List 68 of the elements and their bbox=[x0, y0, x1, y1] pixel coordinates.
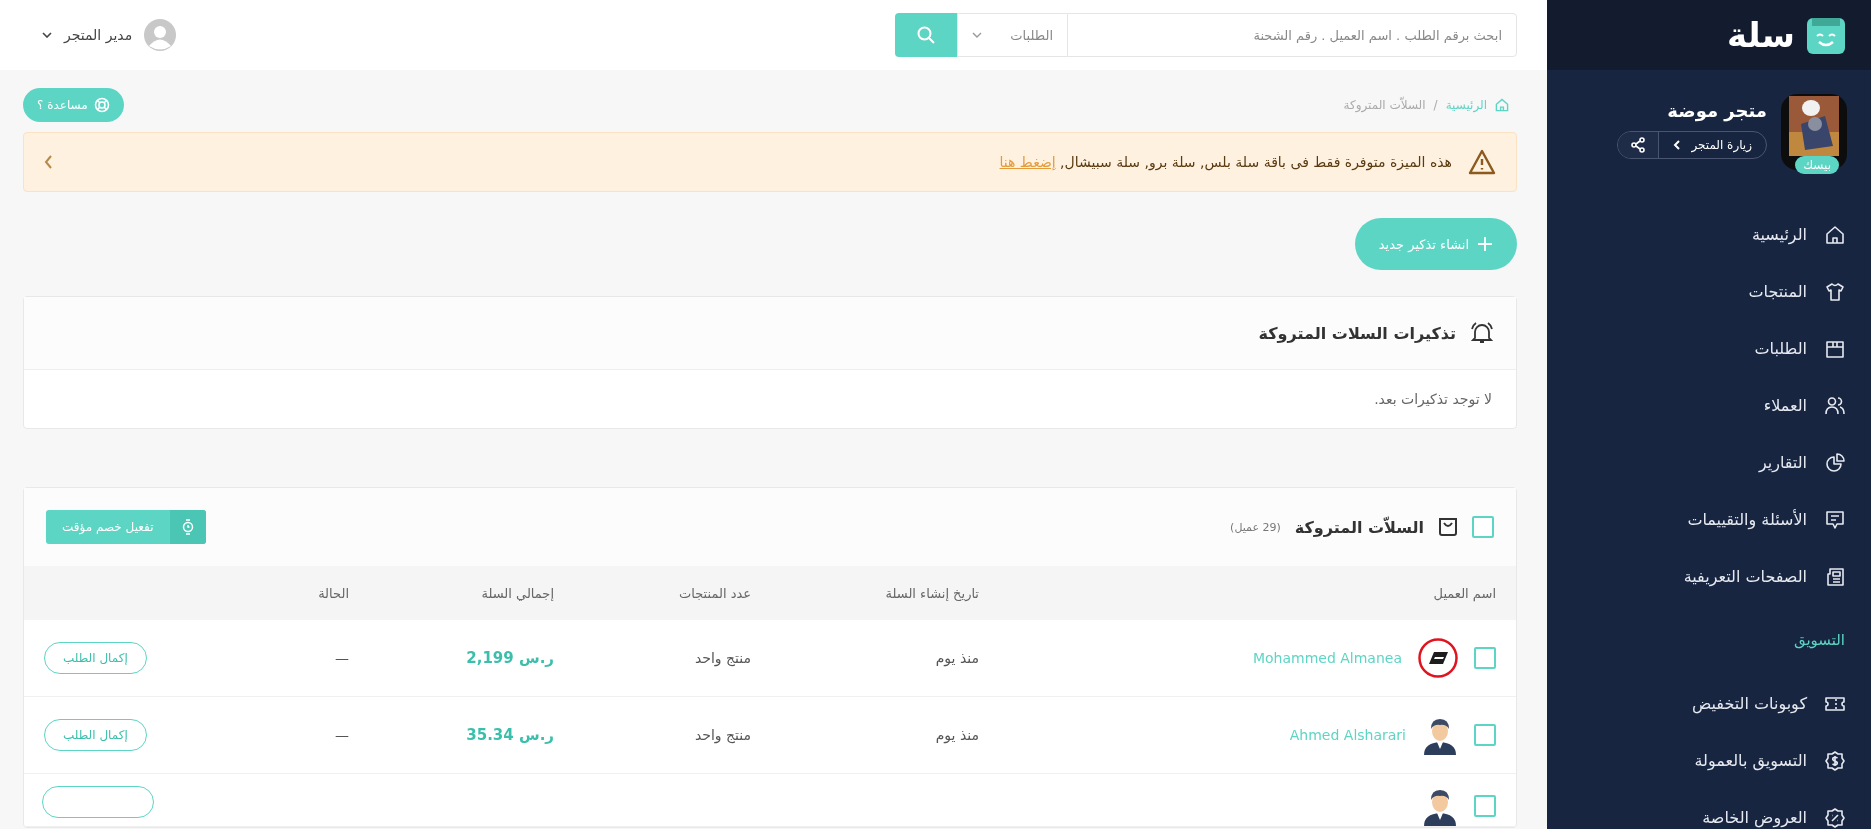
chevron-icon bbox=[44, 155, 53, 169]
nav-item[interactable]: التقارير bbox=[1547, 434, 1871, 491]
pie-chart-icon bbox=[1825, 452, 1845, 473]
breadcrumb-current: السلاّت المتروكة bbox=[1343, 98, 1426, 112]
nav-item[interactable]: العروض الخاصة bbox=[1547, 789, 1871, 829]
card-title: تذكيرات السلات المتروكة bbox=[1258, 323, 1456, 343]
customer-count: (29 عميل) bbox=[1230, 520, 1281, 534]
logo-text: سلة bbox=[1727, 15, 1795, 55]
alert-message: هذه الميزة متوفرة فقط فى باقة سلة بلس, سلة برو, سلة سبيشال, إضغط هنا bbox=[999, 154, 1452, 170]
checkbox[interactable] bbox=[1472, 516, 1494, 538]
nav-item[interactable]: الرئيسية bbox=[1547, 206, 1871, 263]
chevron-down-icon bbox=[972, 32, 982, 38]
column-header: عدد المنتجات bbox=[677, 585, 752, 601]
nav-item[interactable]: الصفحات التعريفية bbox=[1547, 548, 1871, 605]
table-cell-text: منذ يوم bbox=[934, 727, 980, 743]
column-header: الحالة bbox=[317, 585, 350, 601]
pages-icon bbox=[1825, 566, 1845, 587]
avatar-icon bbox=[144, 19, 177, 51]
bell-icon bbox=[1470, 321, 1494, 345]
empty-message: لا توجد تذكيرات بعد. bbox=[1374, 391, 1492, 407]
dollar-badge-icon bbox=[1825, 750, 1845, 771]
smiling-bag-logo-icon bbox=[1807, 16, 1845, 54]
nav-section-heading: التسويق bbox=[1792, 630, 1846, 651]
checkbox[interactable] bbox=[1474, 795, 1496, 817]
box-icon bbox=[1825, 338, 1845, 359]
nav-item[interactable]: العملاء bbox=[1547, 377, 1871, 434]
nav-item[interactable]: كوبونات التخفيض bbox=[1547, 675, 1871, 732]
nav-item[interactable]: المنتجات bbox=[1547, 263, 1871, 320]
nav-item[interactable]: الأسئلة والتقييمات bbox=[1547, 491, 1871, 548]
complete-order-button[interactable] bbox=[42, 786, 154, 818]
search-field[interactable]: ابحث برقم الطلب . اسم العميل . رقم الشحنة bbox=[1067, 13, 1517, 57]
bag-icon bbox=[1438, 517, 1458, 537]
plus-icon bbox=[1477, 236, 1493, 252]
column-header: تاريخ إنشاء السلة bbox=[884, 585, 980, 601]
store-name: متجر موضة bbox=[1667, 100, 1767, 121]
checkbox[interactable] bbox=[1474, 724, 1496, 746]
percent-badge-icon bbox=[1825, 807, 1845, 828]
column-header: اسم العميل bbox=[1432, 585, 1497, 601]
chevron-down-icon bbox=[42, 32, 52, 38]
nav-item[interactable]: التسويق بالعمولة bbox=[1547, 732, 1871, 789]
search-button[interactable] bbox=[895, 13, 957, 57]
table-cell-text: منتج واحد bbox=[693, 727, 752, 743]
lifebuoy-icon bbox=[93, 97, 110, 113]
breadcrumb-separator: / bbox=[1433, 98, 1438, 112]
user-menu[interactable]: مدير المتجر bbox=[36, 18, 183, 52]
card-title: السلاّت المتروكة bbox=[1294, 517, 1424, 537]
users-icon bbox=[1825, 395, 1845, 416]
warning-icon bbox=[1468, 149, 1496, 175]
table-cell-text: — bbox=[334, 727, 350, 743]
table-cell-text: منتج واحد bbox=[693, 650, 752, 666]
table-cell-text: — bbox=[334, 650, 350, 666]
shirt-icon bbox=[1825, 281, 1845, 302]
home-icon bbox=[1825, 224, 1845, 245]
home-icon bbox=[1495, 98, 1509, 112]
search-icon bbox=[917, 26, 935, 44]
chat-icon bbox=[1825, 509, 1845, 530]
table-cell-text: منذ يوم bbox=[934, 650, 980, 666]
share-icon bbox=[1630, 137, 1647, 153]
share-button[interactable] bbox=[1618, 132, 1659, 158]
checkbox[interactable] bbox=[1474, 647, 1496, 669]
column-header: إجمالي السلة bbox=[480, 585, 555, 601]
watch-icon bbox=[181, 519, 194, 535]
cart-total: 35.34 ر.س bbox=[466, 726, 554, 744]
nav-item[interactable]: الطلبات bbox=[1547, 320, 1871, 377]
plan-badge: بيسك bbox=[1795, 156, 1839, 174]
chevron-icon bbox=[1673, 140, 1682, 150]
search-scope-dropdown[interactable]: الطلبات bbox=[957, 13, 1067, 57]
cart-total: 2,199 ر.س bbox=[466, 649, 554, 667]
